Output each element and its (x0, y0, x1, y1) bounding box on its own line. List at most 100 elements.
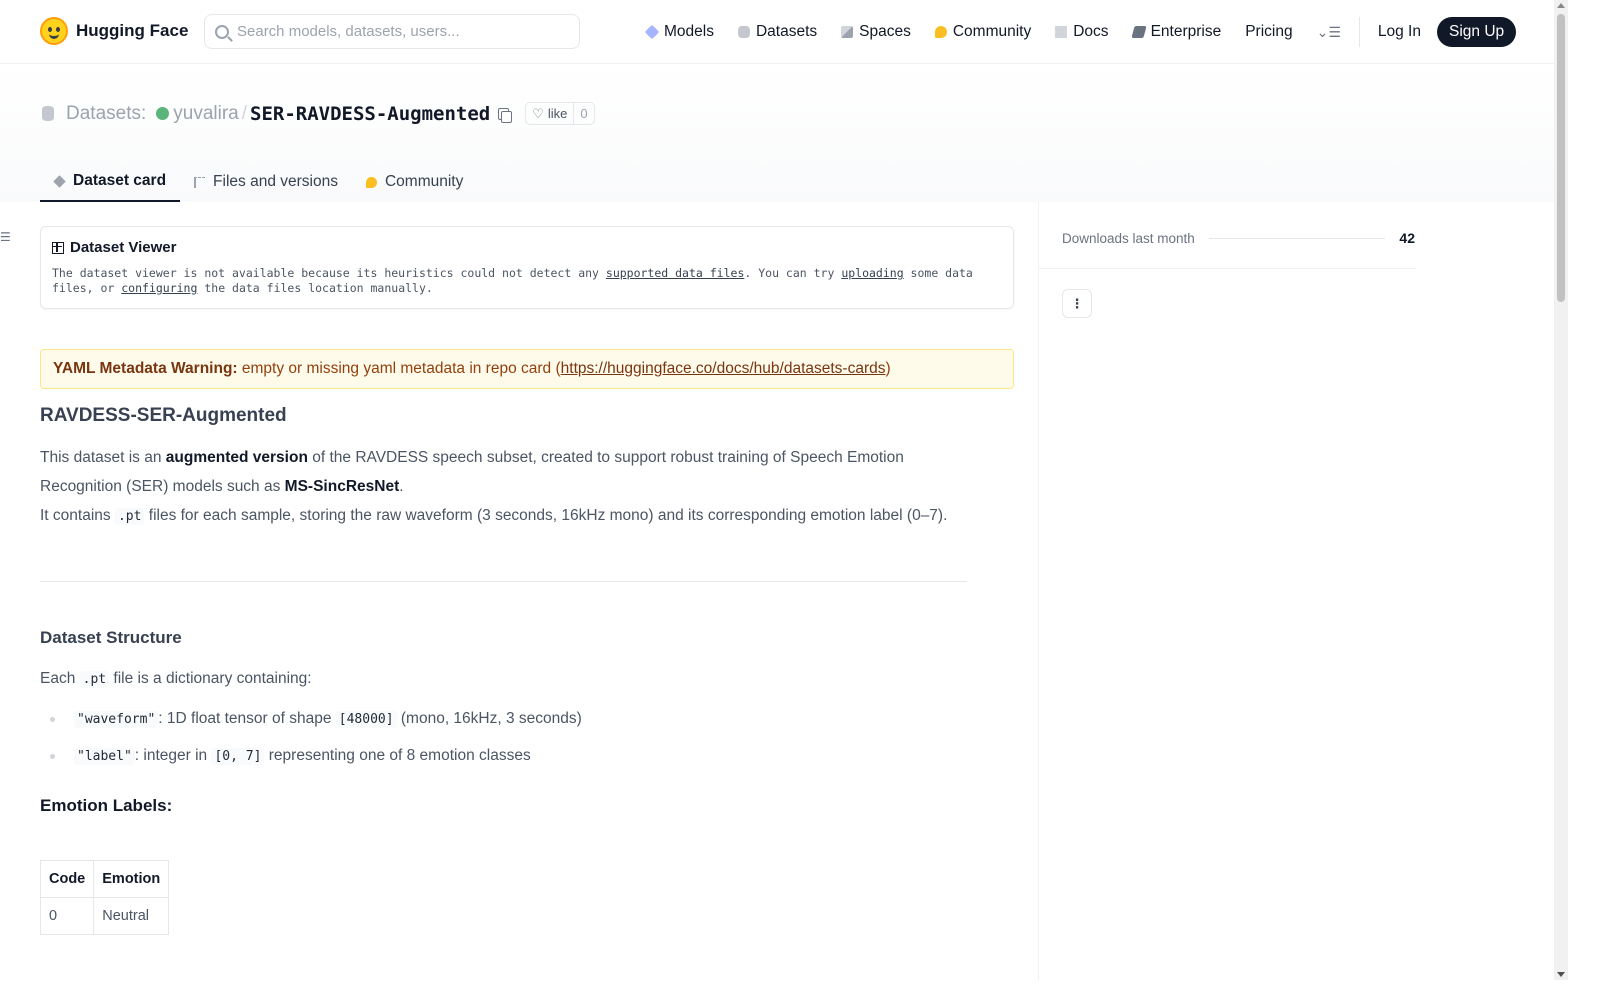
brand-name: Hugging Face (76, 21, 189, 40)
nav-pricing-label: Pricing (1245, 23, 1293, 40)
scroll-down-icon[interactable] (1557, 972, 1565, 977)
brand-logo[interactable]: Hugging Face (40, 17, 188, 45)
nav-pricing[interactable]: Pricing (1245, 23, 1292, 41)
yaml-warning: YAML Metadata Warning: empty or missing … (40, 349, 1014, 389)
section-label[interactable]: Datasets: (66, 103, 146, 125)
book-icon (1055, 26, 1068, 38)
field-text: : integer in (134, 747, 212, 764)
table-cell: 0 (39, 897, 95, 935)
scroll-up-icon[interactable] (1557, 3, 1565, 8)
list-item: "label": integer in [0, 7] representing … (40, 743, 1014, 780)
datasets-cards-link[interactable]: https://huggingface.co/docs/hub/datasets… (561, 360, 886, 377)
nav-models-label: Models (664, 23, 714, 40)
field-code: [0, 7] (211, 748, 265, 765)
downloads-sparkline (1208, 237, 1386, 239)
viewer-title-text: Dataset Viewer (70, 239, 177, 256)
intro-text-d: It contains (40, 507, 115, 524)
nav-divider (1358, 17, 1360, 47)
nav-spaces[interactable]: Spaces (841, 23, 911, 41)
table-cell: Neutral (93, 897, 170, 935)
tab-files-and-versions[interactable]: Files and versions (180, 162, 352, 202)
structure-code: .pt (79, 671, 110, 688)
tab-community-label: Community (384, 173, 464, 190)
warning-label: YAML Metadata Warning: (53, 360, 238, 377)
nav-enterprise-label: Enterprise (1150, 23, 1222, 40)
table-header-row: Code Emotion (39, 860, 170, 898)
tab-community[interactable]: Community (352, 162, 477, 202)
nav-community[interactable]: Community (934, 23, 1031, 41)
intro-code: .pt (114, 508, 145, 525)
structure-text-a: Each (40, 670, 80, 687)
tab-files-label: Files and versions (213, 173, 338, 190)
nav-docs[interactable]: Docs (1055, 23, 1109, 41)
files-icon (194, 176, 206, 188)
like-label: like (547, 106, 568, 121)
breadcrumb-separator: / (241, 102, 248, 124)
field-code: "label" (74, 748, 135, 765)
toc-toggle-icon[interactable]: ☰ (0, 230, 11, 244)
search-input[interactable] (237, 23, 557, 40)
signup-button[interactable]: Sign Up (1437, 17, 1517, 47)
nav-enterprise[interactable]: Enterprise (1130, 23, 1222, 41)
list-item: "waveform": 1D float tensor of shape [48… (40, 706, 1014, 743)
more-options-icon[interactable]: ⋮ (1062, 289, 1092, 318)
intro-text-c: . (399, 478, 404, 495)
table-icon (52, 241, 64, 254)
scroll-thumb[interactable] (1557, 14, 1565, 302)
warning-close-paren: ) (885, 360, 891, 377)
field-text: : 1D float tensor of shape (158, 710, 336, 727)
like-widget: ♡ like 0 (525, 102, 595, 125)
dataset-viewer-panel: Dataset Viewer The dataset viewer is not… (40, 226, 1014, 309)
field-code: [48000] (335, 711, 397, 728)
intro-text-a: This dataset is an (40, 449, 166, 466)
database-icon (737, 26, 750, 38)
enterprise-icon (1130, 26, 1147, 38)
structure-text: Each .pt file is a dictionary containing… (40, 670, 1014, 688)
nav-links: Models Datasets Spaces Community Docs En… (644, 17, 1517, 47)
downloads-label: Downloads last month (1062, 230, 1195, 246)
intro-text-e: files for each sample, storing the raw w… (144, 507, 948, 524)
cube-icon (53, 174, 66, 188)
dataset-card: Dataset Viewer The dataset viewer is not… (39, 202, 1014, 935)
copy-icon[interactable] (498, 107, 513, 123)
community-icon (934, 26, 947, 38)
intro-bold-a: augmented version (165, 449, 308, 466)
viewer-title: Dataset Viewer (52, 239, 1003, 256)
repo-name[interactable]: SER-RAVDESS-Augmented (250, 103, 490, 125)
repo-owner-link[interactable]: yuvalira (173, 103, 238, 125)
viewer-text-2: . You can try (744, 266, 842, 280)
nav-spaces-label: Spaces (859, 23, 911, 40)
like-count[interactable]: 0 (574, 106, 593, 121)
intro-bold-b: MS-SincResNet (284, 478, 400, 495)
breadcrumb: Datasets: yuvalira / SER-RAVDESS-Augment… (42, 102, 595, 125)
viewer-text-4: the data files location manually. (197, 281, 433, 295)
field-list: "waveform": 1D float tensor of shape [48… (40, 706, 1014, 780)
like-button[interactable]: ♡ like (526, 103, 575, 124)
database-icon (42, 106, 54, 121)
top-navbar: Hugging Face Models Datasets Spaces Comm… (0, 0, 1554, 64)
structure-heading: Dataset Structure (40, 628, 182, 647)
hugging-face-logo-icon (40, 17, 68, 45)
structure-text-b: file is a dictionary containing: (109, 670, 312, 687)
field-text: (mono, 16kHz, 3 seconds) (396, 710, 582, 727)
viewer-text-1: The dataset viewer is not available beca… (52, 266, 606, 280)
field-code: "waveform" (74, 711, 159, 728)
more-menu-icon[interactable]: ⌄☰ (1317, 24, 1341, 41)
tab-dataset-card[interactable]: Dataset card (40, 162, 181, 202)
user-avatar[interactable] (156, 107, 170, 120)
page-scrollbar[interactable] (1554, 0, 1568, 980)
uploading-link[interactable]: uploading (841, 266, 903, 280)
table-header-emotion: Emotion (93, 860, 170, 898)
nav-models[interactable]: Models (644, 23, 714, 41)
field-text: representing one of 8 emotion classes (264, 747, 531, 764)
downloads-stat: Downloads last month 42 (1062, 230, 1415, 246)
repo-tabs: Dataset card Files and versions Communit… (40, 162, 477, 202)
heart-icon: ♡ (532, 105, 544, 121)
login-link[interactable]: Log In (1378, 23, 1421, 41)
supported-files-link[interactable]: supported data files (606, 266, 744, 280)
table-row: 0 Neutral (39, 897, 170, 935)
nav-datasets[interactable]: Datasets (737, 23, 817, 41)
tab-dataset-card-label: Dataset card (73, 172, 167, 189)
configuring-link[interactable]: configuring (121, 281, 197, 295)
search-box[interactable] (204, 14, 580, 49)
